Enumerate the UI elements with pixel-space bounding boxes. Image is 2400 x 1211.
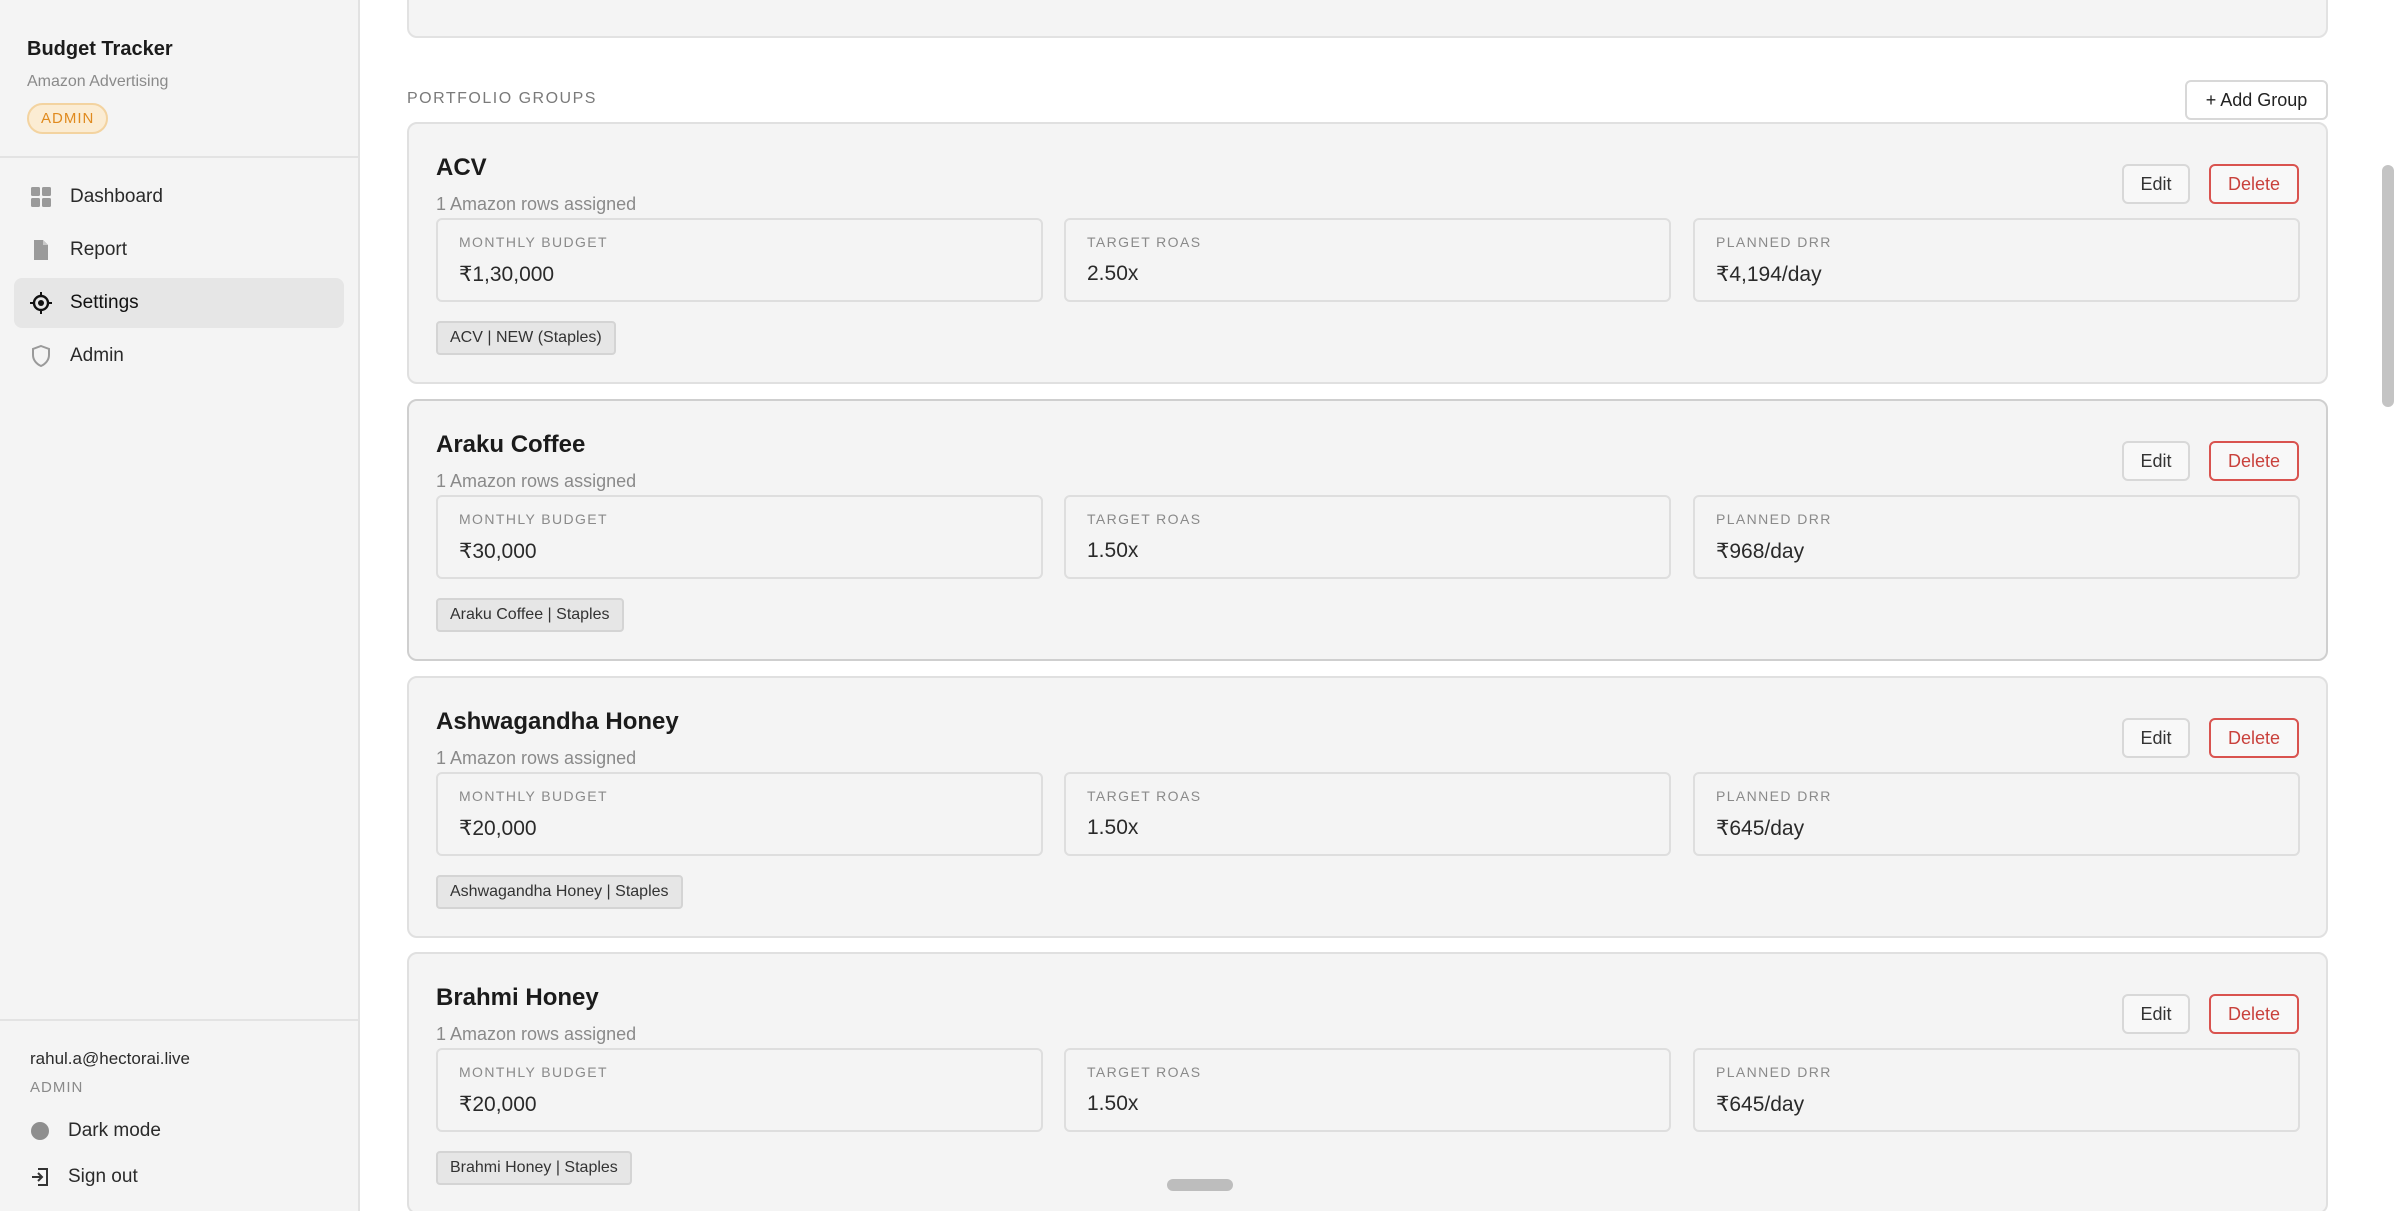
planned-drr-value: ₹968/day xyxy=(1716,540,1805,563)
user-email: rahul.a@hectorai.live xyxy=(30,1049,190,1068)
monthly-budget-box: MONTHLY BUDGET ₹1,30,000 xyxy=(436,218,1043,302)
app-title: Budget Tracker xyxy=(27,38,173,60)
monthly-budget-value: ₹30,000 xyxy=(459,540,537,563)
assigned-row-tag: Araku Coffee | Staples xyxy=(436,598,624,632)
edit-button[interactable]: Edit xyxy=(2122,164,2190,204)
group-assigned-count: 1 Amazon rows assigned xyxy=(436,194,637,214)
assigned-row-tag: Ashwagandha Honey | Staples xyxy=(436,875,683,909)
document-icon xyxy=(30,239,52,261)
target-icon xyxy=(30,292,52,314)
group-name: Ashwagandha Honey xyxy=(436,708,679,735)
section-title: PORTFOLIO GROUPS xyxy=(407,90,597,107)
vertical-scrollbar[interactable] xyxy=(2382,165,2394,407)
delete-button[interactable]: Delete xyxy=(2209,994,2299,1034)
sidebar-item-label: Admin xyxy=(70,345,124,366)
group-card: Brahmi Honey 1 Amazon rows assigned Edit… xyxy=(407,952,2328,1211)
previous-card xyxy=(407,0,2328,38)
planned-drr-box: PLANNED DRR ₹645/day xyxy=(1693,772,2300,856)
metric-label: MONTHLY BUDGET xyxy=(459,1064,608,1080)
shield-icon xyxy=(30,345,52,367)
metric-label: PLANNED DRR xyxy=(1716,1064,1832,1080)
target-roas-value: 2.50x xyxy=(1087,262,1139,285)
add-group-button[interactable]: + Add Group xyxy=(2185,80,2328,120)
sidebar-item-label: Dashboard xyxy=(70,186,163,207)
sidebar-item-report[interactable]: Report xyxy=(14,225,344,275)
sign-out-button[interactable]: Sign out xyxy=(30,1166,328,1188)
group-card: Ashwagandha Honey 1 Amazon rows assigned… xyxy=(407,676,2328,938)
target-roas-value: 1.50x xyxy=(1087,1092,1139,1115)
planned-drr-value: ₹4,194/day xyxy=(1716,263,1822,286)
main-content: PORTFOLIO GROUPS + Add Group ACV 1 Amazo… xyxy=(362,0,2373,1211)
delete-button[interactable]: Delete xyxy=(2209,718,2299,758)
monthly-budget-box: MONTHLY BUDGET ₹20,000 xyxy=(436,772,1043,856)
edit-button[interactable]: Edit xyxy=(2122,994,2190,1034)
planned-drr-value: ₹645/day xyxy=(1716,817,1805,840)
monthly-budget-box: MONTHLY BUDGET ₹30,000 xyxy=(436,495,1043,579)
group-assigned-count: 1 Amazon rows assigned xyxy=(436,471,637,491)
metric-label: PLANNED DRR xyxy=(1716,234,1832,250)
group-name: ACV xyxy=(436,154,487,181)
metric-label: TARGET ROAS xyxy=(1087,234,1202,250)
edit-button[interactable]: Edit xyxy=(2122,441,2190,481)
app-subtitle: Amazon Advertising xyxy=(27,73,169,90)
monthly-budget-box: MONTHLY BUDGET ₹20,000 xyxy=(436,1048,1043,1132)
monthly-budget-value: ₹1,30,000 xyxy=(459,263,555,286)
sign-out-label: Sign out xyxy=(68,1166,138,1187)
planned-drr-value: ₹645/day xyxy=(1716,1093,1805,1116)
target-roas-box: TARGET ROAS 2.50x xyxy=(1064,218,1671,302)
sidebar-item-dashboard[interactable]: Dashboard xyxy=(14,172,344,222)
metric-label: PLANNED DRR xyxy=(1716,788,1832,804)
target-roas-box: TARGET ROAS 1.50x xyxy=(1064,1048,1671,1132)
planned-drr-box: PLANNED DRR ₹4,194/day xyxy=(1693,218,2300,302)
edit-button[interactable]: Edit xyxy=(2122,718,2190,758)
target-roas-box: TARGET ROAS 1.50x xyxy=(1064,495,1671,579)
group-name: Brahmi Honey xyxy=(436,984,599,1011)
metric-label: TARGET ROAS xyxy=(1087,788,1202,804)
user-role: ADMIN xyxy=(30,1079,84,1096)
group-name: Araku Coffee xyxy=(436,431,586,458)
dark-mode-label: Dark mode xyxy=(68,1120,161,1141)
group-card: Araku Coffee 1 Amazon rows assigned Edit… xyxy=(407,399,2328,661)
sidebar-item-settings[interactable]: Settings xyxy=(14,278,344,328)
sign-out-icon xyxy=(30,1166,50,1188)
sidebar-footer: rahul.a@hectorai.live ADMIN Dark mode Si… xyxy=(0,1019,358,1211)
brand-block: Budget Tracker Amazon Advertising ADMIN xyxy=(0,0,358,158)
group-assigned-count: 1 Amazon rows assigned xyxy=(436,748,637,768)
sidebar-item-label: Settings xyxy=(70,292,139,313)
sidebar-nav: Dashboard Report Settings Admin xyxy=(0,158,358,398)
monthly-budget-value: ₹20,000 xyxy=(459,817,537,840)
metric-label: MONTHLY BUDGET xyxy=(459,234,608,250)
assigned-row-tag: Brahmi Honey | Staples xyxy=(436,1151,632,1185)
target-roas-value: 1.50x xyxy=(1087,816,1139,839)
grid-icon xyxy=(30,186,52,208)
metric-label: TARGET ROAS xyxy=(1087,511,1202,527)
sidebar-item-label: Report xyxy=(70,239,128,260)
delete-button[interactable]: Delete xyxy=(2209,164,2299,204)
dark-mode-icon xyxy=(30,1120,50,1142)
monthly-budget-value: ₹20,000 xyxy=(459,1093,537,1116)
dark-mode-toggle[interactable]: Dark mode xyxy=(30,1120,328,1142)
target-roas-value: 1.50x xyxy=(1087,539,1139,562)
metric-label: MONTHLY BUDGET xyxy=(459,788,608,804)
horizontal-scroll-handle[interactable] xyxy=(1167,1179,1233,1191)
group-assigned-count: 1 Amazon rows assigned xyxy=(436,1024,637,1044)
metric-label: PLANNED DRR xyxy=(1716,511,1832,527)
planned-drr-box: PLANNED DRR ₹968/day xyxy=(1693,495,2300,579)
sidebar-item-admin[interactable]: Admin xyxy=(14,331,344,381)
metric-label: TARGET ROAS xyxy=(1087,1064,1202,1080)
target-roas-box: TARGET ROAS 1.50x xyxy=(1064,772,1671,856)
sidebar: Budget Tracker Amazon Advertising ADMIN … xyxy=(0,0,360,1211)
assigned-row-tag: ACV | NEW (Staples) xyxy=(436,321,616,355)
group-card: ACV 1 Amazon rows assigned Edit Delete M… xyxy=(407,122,2328,384)
planned-drr-box: PLANNED DRR ₹645/day xyxy=(1693,1048,2300,1132)
delete-button[interactable]: Delete xyxy=(2209,441,2299,481)
metric-label: MONTHLY BUDGET xyxy=(459,511,608,527)
role-badge: ADMIN xyxy=(27,103,109,134)
